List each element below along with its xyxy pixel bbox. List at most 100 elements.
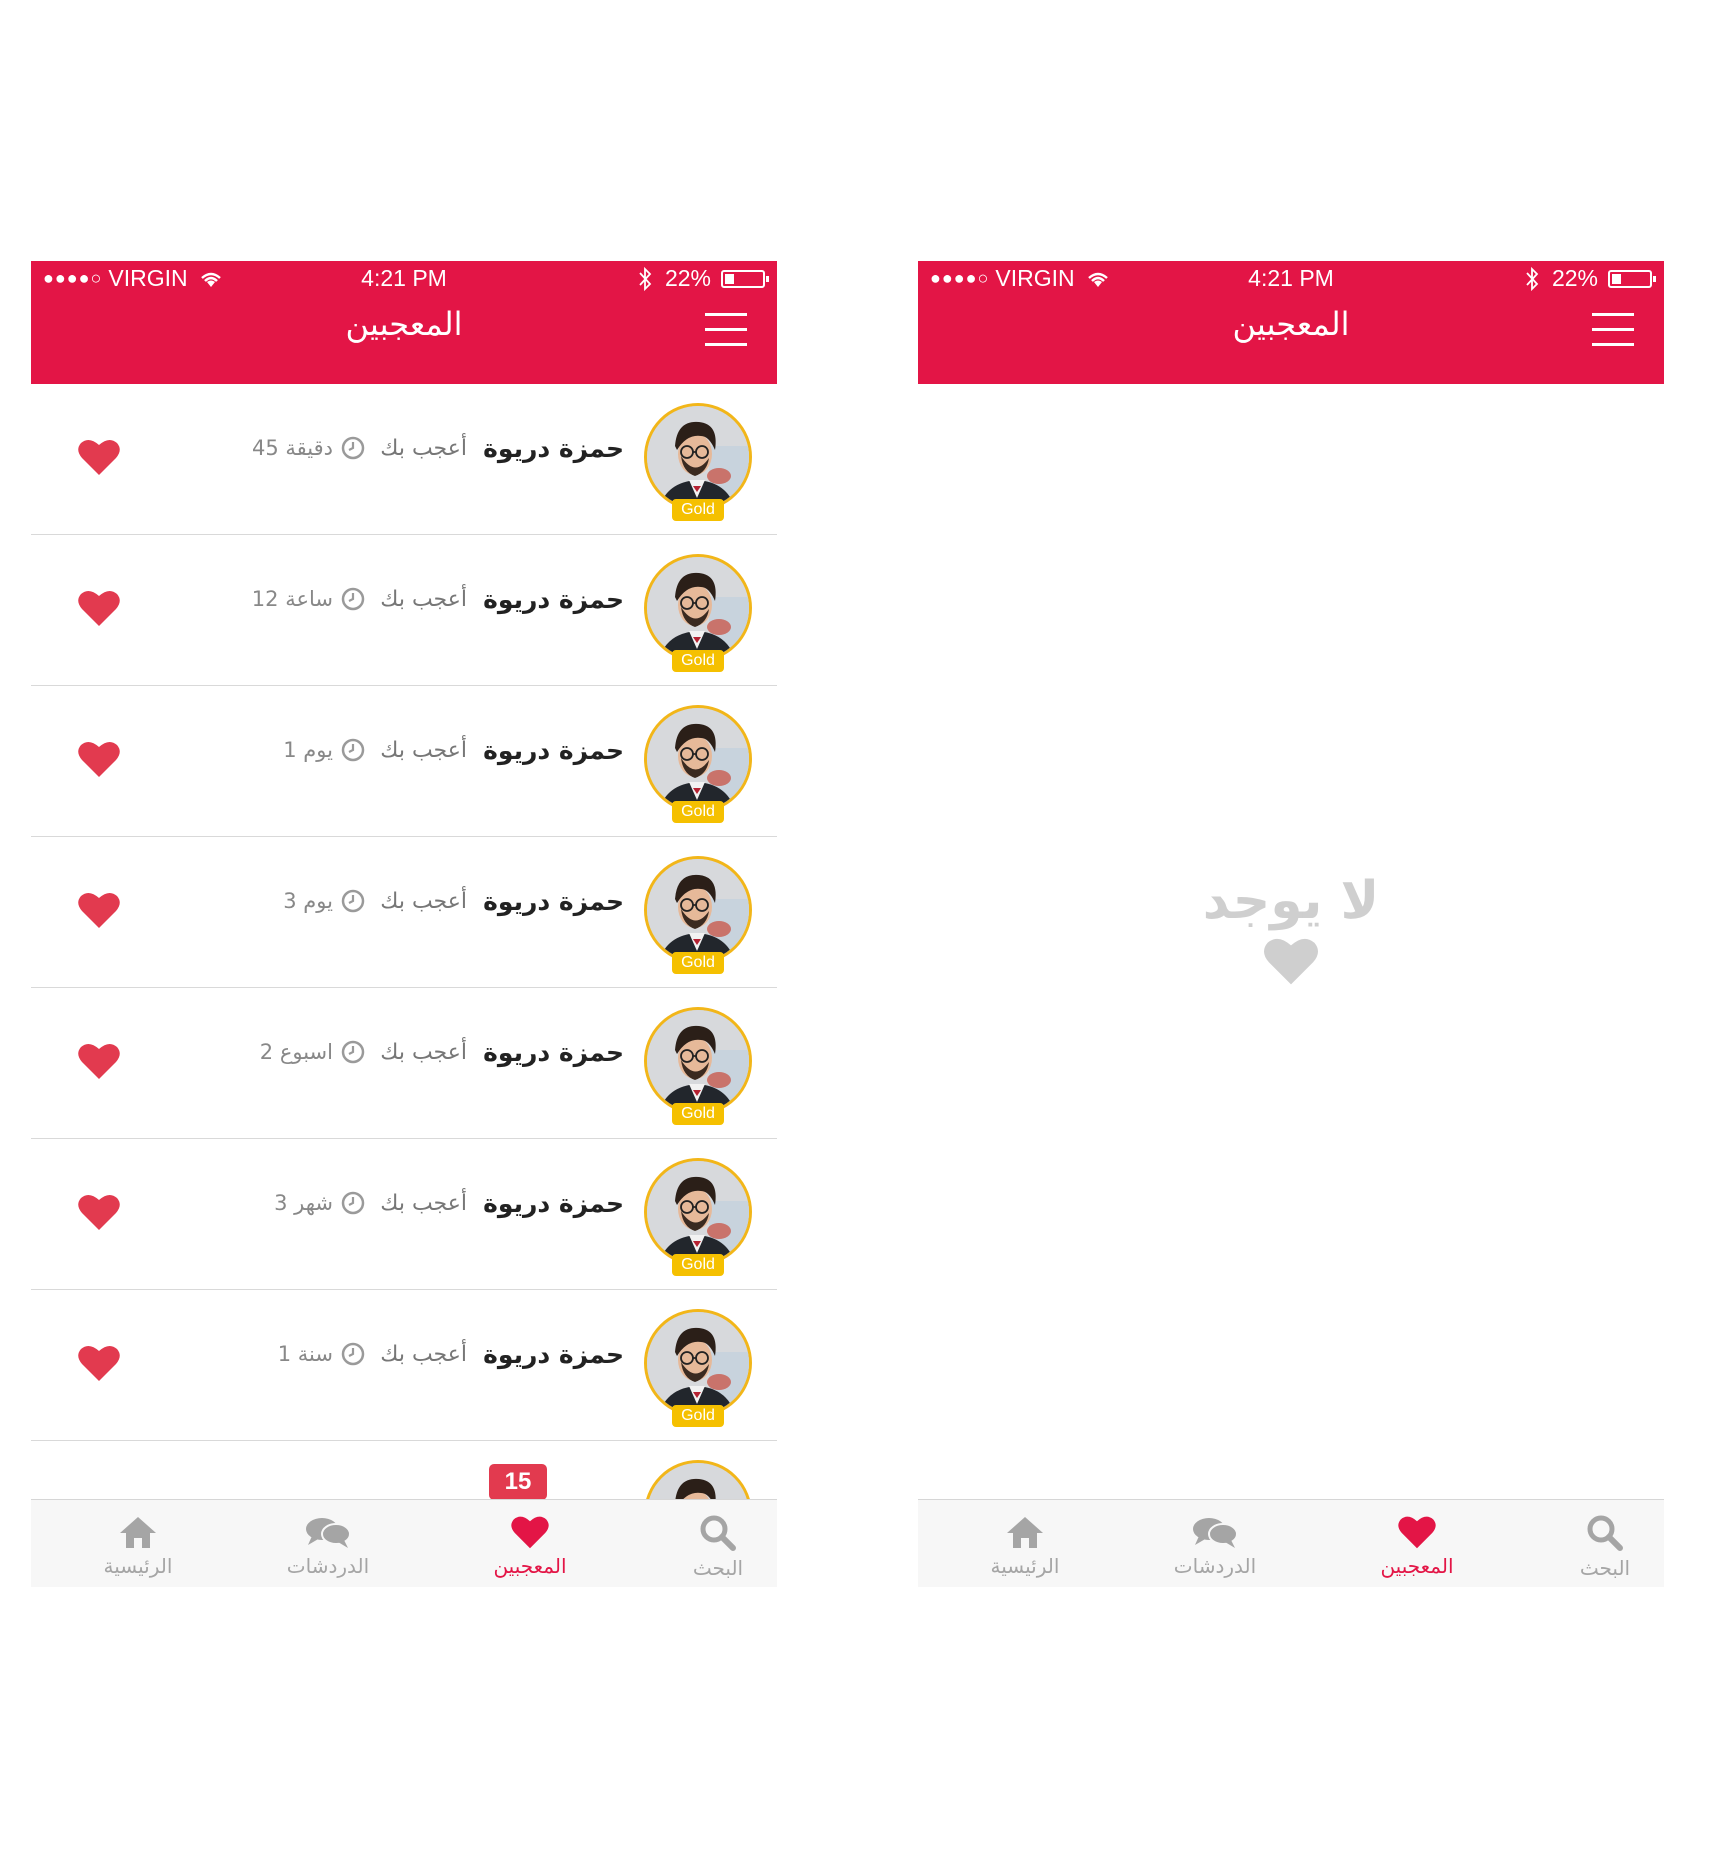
menu-icon-bar — [1592, 328, 1634, 331]
time-ago-text: 1 سنة — [277, 1342, 333, 1366]
like-back-heart-icon[interactable] — [77, 1192, 121, 1232]
tab-chats[interactable]: الدردشات — [273, 1500, 383, 1587]
tab-likers-label: المعجبين — [493, 1554, 567, 1578]
gold-badge: Gold — [672, 1103, 724, 1125]
avatar-circle — [644, 1007, 752, 1115]
top-bar: ●●●●○ VIRGIN 4:21 PM 22% المعجبين — [31, 261, 777, 384]
tab-home[interactable]: الرئيسية — [973, 1500, 1077, 1587]
avatar-circle — [644, 1309, 752, 1417]
like-back-heart-icon[interactable] — [77, 1041, 121, 1081]
liker-row[interactable]: Gold حمزة دريوة أعجب بك 1 يوم — [31, 686, 777, 837]
tab-home[interactable]: الرئيسية — [86, 1500, 190, 1587]
menu-button[interactable] — [1592, 313, 1634, 347]
page-title: المعجبين — [1232, 305, 1350, 343]
liker-row[interactable]: Gold حمزة دريوة أعجب بك 1 سنة — [31, 1290, 777, 1441]
battery-area: 22% — [1524, 265, 1656, 292]
gold-badge: Gold — [672, 1254, 724, 1276]
avatar-circle — [644, 554, 752, 662]
like-back-heart-icon[interactable] — [77, 739, 121, 779]
time-ago-text: 3 يوم — [283, 889, 333, 913]
avatar[interactable]: Gold — [644, 403, 752, 521]
clock-icon — [341, 436, 365, 460]
battery-area: 22% — [637, 265, 769, 292]
heart-icon — [511, 1516, 549, 1549]
liker-name[interactable]: حمزة دريوة — [483, 1340, 624, 1369]
search-icon — [1587, 1515, 1623, 1551]
tab-likers[interactable]: المعجبين — [472, 1500, 588, 1587]
avatar-circle — [644, 403, 752, 511]
time-ago: 3 شهر — [274, 1191, 365, 1215]
time-ago-text: 2 اسبوع — [259, 1040, 333, 1064]
avatar[interactable]: Gold — [644, 1007, 752, 1125]
avatar-photo — [647, 406, 749, 508]
like-back-heart-icon[interactable] — [77, 1343, 121, 1383]
time-ago: 3 يوم — [283, 889, 365, 913]
likers-list: Gold حمزة دريوة أعجب بك 45 دقيقة Gold حم… — [31, 384, 777, 1587]
search-icon — [700, 1515, 736, 1551]
liker-name[interactable]: حمزة دريوة — [483, 1038, 624, 1067]
avatar-photo — [647, 1312, 749, 1414]
top-bar: ●●●●○ VIRGIN 4:21 PM 22% المعجبين — [918, 261, 1664, 384]
menu-icon-bar — [1592, 343, 1634, 346]
gold-badge: Gold — [672, 952, 724, 974]
bluetooth-icon — [1526, 266, 1539, 291]
battery-percent: 22% — [664, 265, 711, 291]
tab-chats[interactable]: الدردشات — [1160, 1500, 1270, 1587]
liker-name[interactable]: حمزة دريوة — [483, 1189, 624, 1218]
menu-icon-bar — [705, 343, 747, 346]
avatar-circle — [644, 705, 752, 813]
home-icon — [120, 1517, 156, 1548]
tab-chats-label: الدردشات — [286, 1554, 370, 1578]
time-ago: 1 سنة — [278, 1342, 365, 1366]
page-title: المعجبين — [345, 305, 463, 343]
time-ago-text: 12 ساعة — [251, 587, 333, 611]
menu-button[interactable] — [705, 313, 747, 347]
liker-name[interactable]: حمزة دريوة — [483, 736, 624, 765]
avatar[interactable]: Gold — [644, 856, 752, 974]
tab-bar: الرئيسية الدردشات المعجبين البحث — [918, 1499, 1664, 1587]
likers-screen-list: ●●●●○ VIRGIN 4:21 PM 22% المعجبين Gold ح… — [31, 261, 777, 1587]
empty-state: لا يوجد — [918, 871, 1664, 991]
gold-badge: Gold — [672, 801, 724, 823]
liker-row[interactable]: Gold حمزة دريوة أعجب بك 3 شهر — [31, 1139, 777, 1290]
menu-icon — [705, 313, 747, 316]
liked-you-label: أعجب بك — [380, 1342, 467, 1367]
avatar[interactable]: Gold — [644, 705, 752, 823]
gold-badge: Gold — [672, 499, 724, 521]
status-bar: ●●●●○ VIRGIN 4:21 PM 22% — [918, 261, 1664, 295]
like-back-heart-icon[interactable] — [77, 437, 121, 477]
avatar[interactable]: Gold — [644, 1309, 752, 1427]
like-back-heart-icon[interactable] — [77, 588, 121, 628]
avatar[interactable]: Gold — [644, 1158, 752, 1276]
time-ago: 1 يوم — [283, 738, 365, 762]
clock-icon — [341, 1342, 365, 1366]
liked-you-label: أعجب بك — [380, 889, 467, 914]
liked-you-label: أعجب بك — [380, 587, 467, 612]
battery-icon — [1608, 269, 1656, 288]
tab-search[interactable]: البحث — [1563, 1500, 1647, 1587]
liker-name[interactable]: حمزة دريوة — [483, 434, 624, 463]
time-ago-text: 3 شهر — [274, 1191, 333, 1215]
avatar-photo — [647, 708, 749, 810]
clock-icon — [341, 889, 365, 913]
tab-bar: الرئيسية الدردشات المعجبين البحث — [31, 1499, 777, 1587]
avatar[interactable]: Gold — [644, 554, 752, 672]
liker-row[interactable]: Gold حمزة دريوة أعجب بك 2 اسبوع — [31, 988, 777, 1139]
tab-likers[interactable]: المعجبين — [1359, 1500, 1475, 1587]
clock-icon — [341, 1040, 365, 1064]
battery-percent: 22% — [1551, 265, 1598, 291]
menu-icon-bar — [705, 328, 747, 331]
liker-name[interactable]: حمزة دريوة — [483, 585, 624, 614]
tab-home-label: الرئيسية — [103, 1554, 173, 1578]
tab-search[interactable]: البحث — [676, 1500, 760, 1587]
tab-search-label: البحث — [1579, 1556, 1631, 1580]
home-icon — [1007, 1517, 1043, 1548]
chat-icon — [1193, 1518, 1238, 1548]
likers-screen-empty: ●●●●○ VIRGIN 4:21 PM 22% المعجبين لا يوج… — [918, 261, 1664, 1587]
liker-row[interactable]: Gold حمزة دريوة أعجب بك 3 يوم — [31, 837, 777, 988]
like-back-heart-icon[interactable] — [77, 890, 121, 930]
liker-row[interactable]: Gold حمزة دريوة أعجب بك 45 دقيقة — [31, 384, 777, 535]
liker-row[interactable]: Gold حمزة دريوة أعجب بك 12 ساعة — [31, 535, 777, 686]
time-ago: 12 ساعة — [252, 587, 365, 611]
liker-name[interactable]: حمزة دريوة — [483, 887, 624, 916]
